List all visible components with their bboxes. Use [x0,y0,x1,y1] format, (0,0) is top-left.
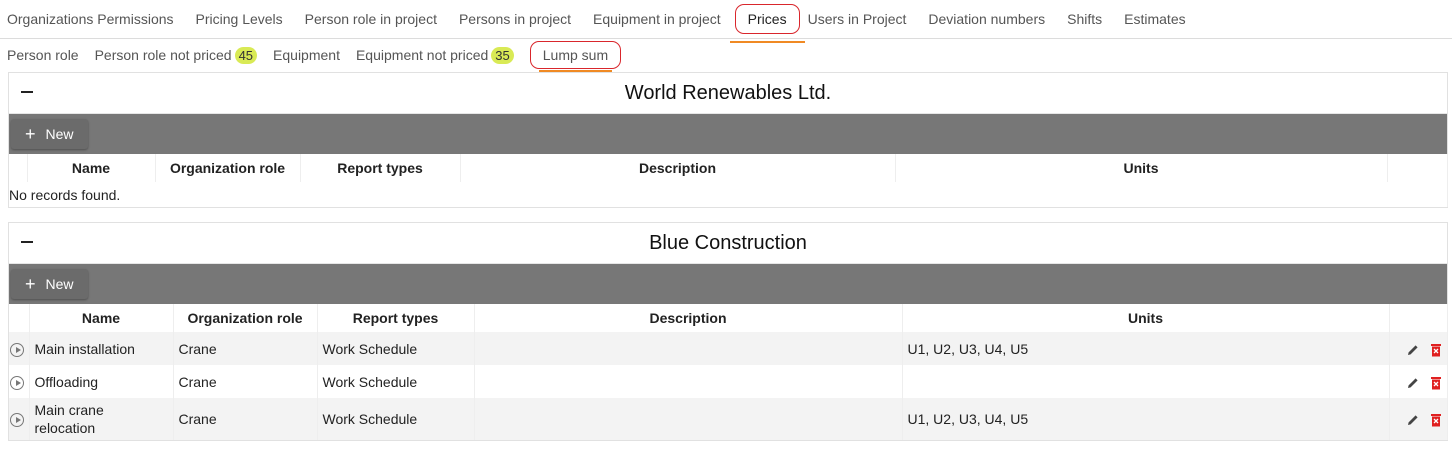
tab-equipment-in-project[interactable]: Equipment in project [593,11,721,27]
cell-description [474,398,903,440]
new-button-label: New [45,126,74,142]
column-header-description[interactable]: Description [474,304,903,332]
tab-prices[interactable]: Prices [729,4,805,43]
organization-panel-world-renewables: World Renewables Ltd. + New Name Organiz… [8,72,1448,208]
column-header-units[interactable]: Units [895,154,1388,182]
column-header-organization-role[interactable]: Organization role [173,304,318,332]
organization-panel-blue-construction: Blue Construction + New Name Organizatio… [8,222,1448,441]
delete-icon[interactable] [1430,343,1442,357]
row-actions [1389,365,1448,398]
row-actions [1389,398,1448,440]
expand-row-icon[interactable] [10,342,24,357]
subtab-equipment[interactable]: Equipment [273,47,340,63]
tab-users-in-project[interactable]: Users in Project [808,11,907,27]
subtab-label: Person role [7,47,79,63]
tab-estimates[interactable]: Estimates [1124,11,1185,27]
panel-header: World Renewables Ltd. [9,73,1447,114]
collapse-icon[interactable] [21,241,33,243]
column-header-name[interactable]: Name [29,304,174,332]
new-button-label: New [45,276,74,292]
column-header-report-types[interactable]: Report types [317,304,475,332]
cell-report-types: Work Schedule [317,332,475,365]
panel-header: Blue Construction [9,223,1447,264]
cell-organization-role: Crane [173,332,318,365]
table-row[interactable]: Main installation Crane Work Schedule U1… [9,332,1448,365]
column-header-actions [1389,304,1448,332]
cell-description [474,365,903,398]
sub-tab-bar: Person role Person role not priced 45 Equ… [0,39,1452,72]
delete-icon[interactable] [1430,413,1442,427]
cell-units [902,365,1390,398]
edit-icon[interactable] [1406,343,1420,357]
cell-name: Offloading [29,365,174,398]
subtab-person-role-not-priced[interactable]: Person role not priced 45 [94,46,258,64]
cell-name: Main crane relocation [29,398,174,440]
tab-pricing-levels[interactable]: Pricing Levels [196,11,283,27]
column-header-report-types[interactable]: Report types [300,154,461,182]
tab-person-role-in-project[interactable]: Person role in project [305,11,437,27]
column-header-description[interactable]: Description [460,154,896,182]
subtab-lump-sum[interactable]: Lump sum [529,41,622,72]
cell-report-types: Work Schedule [317,398,475,440]
cell-organization-role: Crane [173,398,318,440]
column-header-name[interactable]: Name [27,154,156,182]
data-table: Name Organization role Report types Desc… [9,304,1448,440]
top-tab-bar: Organizations Permissions Pricing Levels… [0,0,1452,43]
new-button[interactable]: + New [11,269,88,299]
plus-icon: + [25,274,36,294]
tab-organizations-permissions[interactable]: Organizations Permissions [7,11,174,27]
panel-title: Blue Construction [649,231,807,254]
delete-icon[interactable] [1430,376,1442,390]
subtab-label: Equipment [273,47,340,63]
empty-message: No records found. [9,182,1448,207]
tab-shifts[interactable]: Shifts [1067,11,1102,27]
column-header-actions [1387,154,1448,182]
cell-units: U1, U2, U3, U4, U5 [902,398,1390,440]
panel-title: World Renewables Ltd. [624,81,832,104]
cell-name: Main installation [29,332,174,365]
column-header-expand [9,154,28,182]
cell-report-types: Work Schedule [317,365,475,398]
cell-description [474,332,903,365]
tab-persons-in-project[interactable]: Persons in project [459,11,571,27]
panel-toolbar: + New [9,264,1447,304]
tab-deviation-numbers[interactable]: Deviation numbers [928,11,1045,27]
column-header-organization-role[interactable]: Organization role [155,154,301,182]
table-row[interactable]: Main crane relocation Crane Work Schedul… [9,398,1448,440]
cell-organization-role: Crane [173,365,318,398]
table-row[interactable]: Offloading Crane Work Schedule [9,365,1448,398]
count-badge: 45 [234,46,258,64]
edit-icon[interactable] [1406,413,1420,427]
subtab-label: Person role not priced [94,47,232,63]
expand-row-icon[interactable] [10,413,24,428]
row-actions [1389,332,1448,365]
subtab-equipment-not-priced[interactable]: Equipment not priced 35 [355,46,514,64]
new-button[interactable]: + New [11,119,88,149]
column-header-units[interactable]: Units [902,304,1390,332]
column-header-expand [9,304,30,332]
subtab-label: Equipment not priced [355,47,489,63]
cell-units: U1, U2, U3, U4, U5 [902,332,1390,365]
data-table: Name Organization role Report types Desc… [9,154,1448,207]
expand-row-icon[interactable] [10,375,24,390]
subtab-label: Lump sum [542,47,609,63]
edit-icon[interactable] [1406,376,1420,390]
count-badge: 35 [491,46,514,64]
collapse-icon[interactable] [21,91,33,93]
panel-toolbar: + New [9,114,1447,154]
subtab-person-role[interactable]: Person role [7,47,79,63]
plus-icon: + [25,124,36,144]
